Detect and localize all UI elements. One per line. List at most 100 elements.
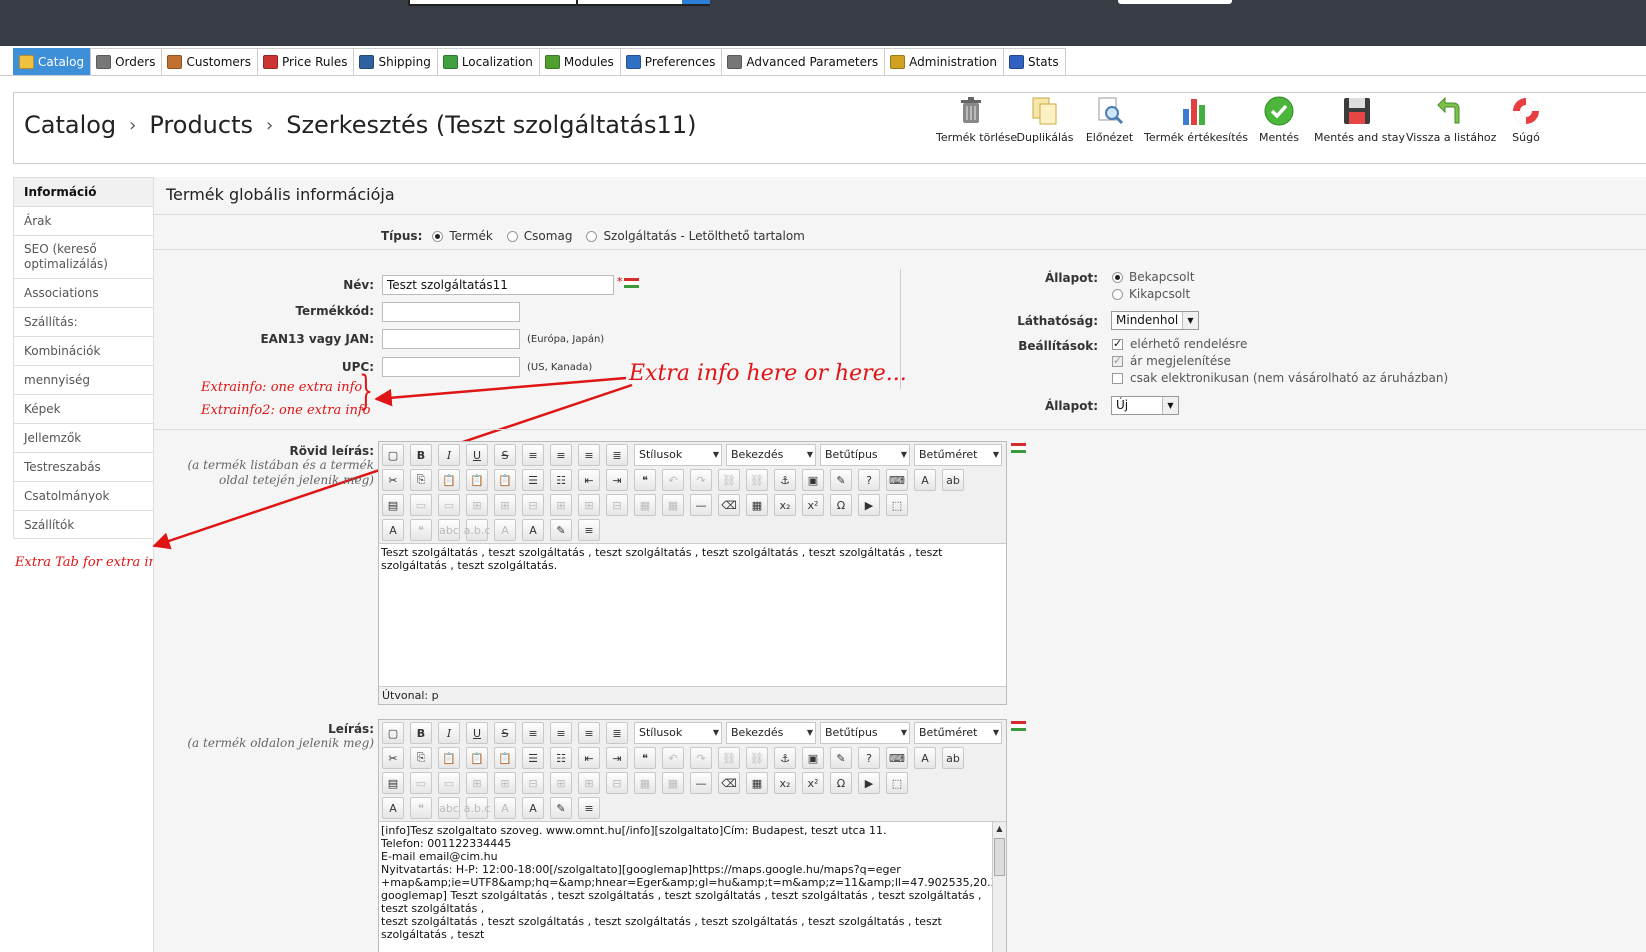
sidebar-item-3[interactable]: Associations [13,278,154,307]
strikethrough-button[interactable]: S [494,444,516,466]
attribs-icon[interactable]: ✎ [550,797,572,819]
sidebar-item-6[interactable]: mennyiség [13,365,154,394]
underline-button[interactable]: U [466,722,488,744]
menu-tab-administration[interactable]: Administration [884,48,1004,75]
paste-text-icon[interactable]: 📋 [466,747,488,769]
font-size-select[interactable]: Betűméret [914,722,1002,744]
highlight-icon[interactable]: ab [942,469,964,491]
cell-props-icon[interactable]: ▭ [438,772,460,794]
justify-icon[interactable]: ≣ [606,444,628,466]
cell-props-icon[interactable]: ▭ [438,494,460,516]
undo-icon[interactable]: ↶ [662,469,684,491]
attribs-icon[interactable]: ✎ [550,519,572,541]
font-color-icon[interactable]: A [914,747,936,769]
search-button[interactable] [682,0,710,6]
table-icon[interactable]: ▦ [746,772,768,794]
show-price-checkbox[interactable]: ár megjelenítése [1112,354,1231,368]
back-to-list-button[interactable]: Vissza a listához [1406,93,1496,144]
subscript-button[interactable]: x₂ [774,494,796,516]
search-input[interactable] [408,0,578,6]
insert-row-after-icon[interactable]: ⊞ [494,494,516,516]
editor-scrollbar[interactable]: ▲ [992,822,1006,952]
sidebar-item-0[interactable]: Információ [13,177,154,206]
help-button[interactable]: Súgó [1506,93,1546,144]
visual-chars-icon[interactable]: ≡ [578,519,600,541]
strikethrough-button[interactable]: S [494,722,516,744]
cite-icon[interactable]: ❝ [410,797,432,819]
align-right-icon[interactable]: ≡ [578,722,600,744]
abbr-icon[interactable]: abc [438,519,460,541]
styles-props-icon[interactable]: A [382,797,404,819]
special-char-button[interactable]: Ω [830,772,852,794]
menu-tab-orders[interactable]: Orders [90,48,163,75]
visual-chars-icon[interactable]: ≡ [578,797,600,819]
font-size-select[interactable]: Betűméret [914,444,1002,466]
paste-icon[interactable]: 📋 [438,747,460,769]
table-icon[interactable]: ▦ [746,494,768,516]
align-center-icon[interactable]: ≡ [550,722,572,744]
bold-button[interactable]: B [410,722,432,744]
italic-button[interactable]: I [438,444,460,466]
html-icon[interactable]: ⌨ [886,747,908,769]
menu-tab-catalog[interactable]: Catalog [13,48,92,75]
cut-icon[interactable]: ✂ [382,747,404,769]
sidebar-item-7[interactable]: Képek [13,394,154,423]
font-color-icon[interactable]: A [914,469,936,491]
fullscreen-icon[interactable]: ⬚ [886,494,908,516]
del-icon[interactable]: A [494,519,516,541]
unlink-icon[interactable]: ⛓ [746,469,768,491]
table-props-icon[interactable]: ▤ [382,772,404,794]
insert-col-after-icon[interactable]: ⊞ [578,494,600,516]
help-icon[interactable]: ? [858,469,880,491]
styles-select[interactable]: Stílusok [634,722,722,744]
paste-icon[interactable]: 📋 [438,469,460,491]
paste-word-icon[interactable]: 📋 [494,469,516,491]
checkbox[interactable] [1112,354,1123,367]
new-document-icon[interactable]: ▢ [382,444,404,466]
copy-icon[interactable]: ⎘ [410,747,432,769]
html-icon[interactable]: ⌨ [886,469,908,491]
menu-tab-preferences[interactable]: Preferences [619,48,723,75]
visibility-select[interactable]: Mindenhol ▼ [1111,311,1199,330]
product-sales-button[interactable]: Termék értékesítés [1144,93,1248,144]
image-icon[interactable]: ▣ [802,747,824,769]
hungarian-flag-icon[interactable] [1011,721,1026,731]
bold-button[interactable]: B [410,444,432,466]
duplicate-button[interactable]: Duplikálás [1015,93,1075,144]
table-props-icon[interactable]: ▤ [382,494,404,516]
delete-col-icon[interactable]: ⊟ [606,494,628,516]
fullscreen-icon[interactable]: ⬚ [886,772,908,794]
styles-select[interactable]: Stílusok [634,444,722,466]
save-and-stay-button[interactable]: Mentés and stay [1314,93,1405,144]
font-family-select[interactable]: Betűtípus [820,722,910,744]
insert-col-before-icon[interactable]: ⊞ [550,772,572,794]
sidebar-item-11[interactable]: Szállítók [13,510,154,539]
menu-tab-advanced-parameters[interactable]: Advanced Parameters [721,48,886,75]
blockquote-icon[interactable]: ❝ [634,747,656,769]
acronym-icon[interactable]: a.b.c [464,519,490,541]
split-cells-icon[interactable]: ▦ [634,772,656,794]
checkbox[interactable] [1112,337,1123,350]
cite-icon[interactable]: ❝ [410,519,432,541]
redo-icon[interactable]: ↷ [690,747,712,769]
split-cells-icon[interactable]: ▦ [634,494,656,516]
hr-icon[interactable]: — [690,494,712,516]
delete-product-button[interactable]: Termék törlése [936,93,1017,144]
online-only-checkbox[interactable]: csak elektronikusan (nem vásárolható az … [1112,371,1448,385]
superscript-button[interactable]: x² [802,494,824,516]
status-off-option[interactable]: Kikapcsolt [1112,287,1190,301]
menu-tab-modules[interactable]: Modules [538,48,621,75]
radio-button[interactable] [1112,288,1123,300]
outdent-icon[interactable]: ⇤ [578,469,600,491]
insert-row-before-icon[interactable]: ⊞ [466,772,488,794]
breadcrumb-products[interactable]: Products [149,111,253,139]
indent-icon[interactable]: ⇥ [606,747,628,769]
styles-props-icon[interactable]: A [382,519,404,541]
align-center-icon[interactable]: ≡ [550,444,572,466]
menu-tab-localization[interactable]: Localization [436,48,540,75]
undo-icon[interactable]: ↶ [662,747,684,769]
hungarian-flag-icon[interactable] [1011,443,1026,453]
cleanup-icon[interactable]: ✎ [830,469,852,491]
letter-a-button[interactable]: A [522,519,544,541]
condition-select[interactable]: Új ▼ [1111,396,1179,415]
